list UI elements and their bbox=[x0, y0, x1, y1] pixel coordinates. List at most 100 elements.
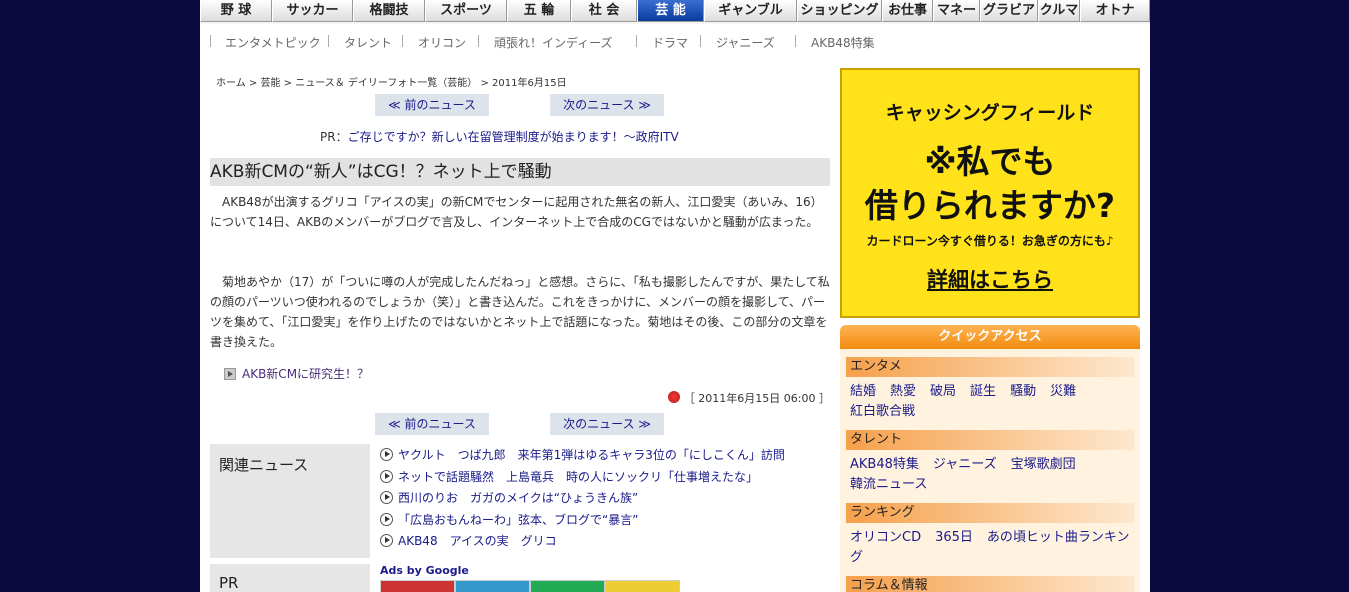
nav-tab-entertainment[interactable]: 芸 能 bbox=[637, 0, 704, 22]
sub-nav: エンタメトピック タレント オリコン 頑張れ！インディーズ ドラマ ジャニーズ … bbox=[200, 24, 1150, 60]
subnav-item-enta-topic[interactable]: エンタメトピック bbox=[225, 34, 321, 51]
qa-link[interactable]: 災難 bbox=[1050, 384, 1076, 399]
related-news-heading: 関連ニュース bbox=[210, 444, 370, 558]
article-paragraph-1: AKB48が出演するグリコ「アイスの実」の新CMでセンターに起用された無名の新人… bbox=[210, 195, 823, 229]
related-news-item-label: ネットで話題騒然 上島竜兵 時の人にソックリ「仕事増えたな」 bbox=[398, 469, 759, 484]
article-timestamp: ［ 2011年6月15日 06:00 ］ bbox=[667, 390, 830, 406]
qa-link[interactable]: 365日 bbox=[935, 530, 973, 545]
nav-tab-fighting[interactable]: 格闘技 bbox=[353, 0, 425, 22]
prev-news-button-bottom[interactable]: ≪ 前のニュース bbox=[375, 413, 489, 435]
divider bbox=[210, 35, 211, 47]
pr-heading: PR bbox=[210, 564, 370, 592]
related-news-item-label: AKB48 アイスの実 グリコ bbox=[398, 534, 557, 549]
qa-link[interactable]: 騒動 bbox=[1010, 384, 1036, 399]
qa-link[interactable]: 熱愛 bbox=[890, 384, 916, 399]
divider bbox=[636, 35, 637, 47]
qa-section-talent: タレント bbox=[846, 430, 1134, 450]
prev-news-button-top[interactable]: ≪ 前のニュース bbox=[375, 94, 489, 116]
nav-tab-soccer[interactable]: サッカー bbox=[272, 0, 353, 22]
play-arrow-icon bbox=[380, 469, 393, 483]
ad-thumbnails bbox=[380, 580, 680, 592]
qa-link[interactable]: オリコンCD bbox=[850, 530, 921, 545]
nav-tab-society[interactable]: 社 会 bbox=[571, 0, 637, 22]
related-news-item[interactable]: 「広島おもんねーわ」弦本、ブログで“暴言” bbox=[380, 509, 820, 531]
play-arrow-icon bbox=[380, 512, 393, 526]
subnav-item-talent[interactable]: タレント bbox=[344, 34, 392, 51]
breadcrumb-separator: > bbox=[477, 78, 493, 89]
qa-link[interactable]: ジャニーズ bbox=[933, 457, 997, 472]
related-news-item-label: ヤクルト つば九郎 来年第1弾はゆるキャラ3位の「にしこくん」訪問 bbox=[398, 448, 785, 463]
breadcrumb-date: 2011年6月15日 bbox=[492, 78, 567, 89]
related-news-item[interactable]: 西川のりお ガガのメイクは“ひょうきん族” bbox=[380, 487, 820, 509]
play-arrow-icon bbox=[380, 491, 393, 505]
related-article-label: AKB新CMに研究生！？ bbox=[242, 367, 370, 381]
nav-tab-cars[interactable]: クルマ bbox=[1038, 0, 1080, 22]
ad-thumb[interactable] bbox=[380, 580, 455, 592]
banner-details-link[interactable]: 詳細はこちら bbox=[842, 264, 1138, 294]
related-news-item[interactable]: AKB48 アイスの実 グリコ bbox=[380, 530, 820, 552]
nav-tab-olympics[interactable]: 五 輪 bbox=[507, 0, 571, 22]
breadcrumb-separator: > bbox=[245, 78, 261, 89]
subnav-item-akb48[interactable]: AKB48特集 bbox=[811, 34, 875, 51]
breadcrumb-list[interactable]: ニュース＆ デイリーフォト一覧（芸能） bbox=[295, 78, 477, 89]
nav-tab-baseball[interactable]: 野 球 bbox=[200, 0, 272, 22]
ad-thumb[interactable] bbox=[455, 580, 530, 592]
qa-section-ranking: ランキング bbox=[846, 503, 1134, 523]
ad-thumb[interactable] bbox=[605, 580, 680, 592]
subnav-item-drama[interactable]: ドラマ bbox=[652, 34, 688, 51]
qa-section-enta: エンタメ bbox=[846, 357, 1134, 377]
article-paragraph-2: 菊地あやか（17）が「ついに噂の人が完成したんだねっ」と感想。さらに、「私も撮影… bbox=[210, 275, 830, 349]
divider bbox=[478, 35, 479, 47]
qa-links-enta: 結婚 熱愛 破局 誕生 騒動 災難紅白歌合戦 bbox=[850, 382, 1130, 422]
qa-link[interactable]: 結婚 bbox=[850, 384, 876, 399]
related-news-item-label: 西川のりお ガガのメイクは“ひょうきん族” bbox=[398, 491, 639, 506]
banner-headline-line-2: 借りられますか? bbox=[864, 186, 1116, 225]
banner-subtext: カードローン今すぐ借りる！お急ぎの方にも♪ bbox=[866, 234, 1114, 248]
qa-link[interactable]: 誕生 bbox=[970, 384, 996, 399]
nav-tab-money[interactable]: マネー bbox=[933, 0, 980, 22]
related-news-item-label: 「広島おもんねーわ」弦本、ブログで“暴言” bbox=[398, 512, 639, 527]
qa-section-column: コラム＆情報 bbox=[846, 576, 1134, 592]
breadcrumb-home[interactable]: ホーム bbox=[216, 78, 246, 89]
pr-prefix: PR： bbox=[320, 130, 348, 144]
timestamp-text: ［ 2011年6月15日 06:00 ］ bbox=[683, 392, 830, 405]
arrow-icon bbox=[224, 368, 236, 380]
divider bbox=[328, 35, 329, 47]
divider bbox=[402, 35, 403, 47]
qa-links-talent: AKB48特集 ジャニーズ 宝塚歌劇団韓流ニュース bbox=[850, 455, 1130, 495]
subnav-item-indies[interactable]: 頑張れ！インディーズ bbox=[494, 34, 613, 51]
breadcrumb: ホーム > 芸能 > ニュース＆ デイリーフォト一覧（芸能） > 2011年6月… bbox=[216, 74, 567, 89]
cashing-field-banner-ad[interactable]: キャッシングフィールド ※私でも 借りられますか? カードローン今すぐ借りる！お急… bbox=[840, 68, 1140, 318]
nav-tab-gravure[interactable]: グラビア bbox=[980, 0, 1038, 22]
top-nav: 野 球 サッカー 格闘技 スポーツ 五 輪 社 会 芸 能 ギャンブル ショッピ… bbox=[200, 0, 1150, 24]
pr-link[interactable]: ご存じですか？新しい在留管理制度が始まります！～政府ITV bbox=[348, 130, 679, 144]
related-news-item[interactable]: ヤクルト つば九郎 来年第1弾はゆるキャラ3位の「にしこくん」訪問 bbox=[380, 444, 820, 466]
qa-link[interactable]: 紅白歌合戦 bbox=[850, 404, 915, 419]
ads-by-google-label[interactable]: Ads by Google bbox=[380, 564, 469, 577]
banner-brand: キャッシングフィールド bbox=[885, 102, 1095, 124]
next-news-button-top[interactable]: 次のニュース ≫ bbox=[550, 94, 664, 116]
related-article-link[interactable]: AKB新CMに研究生！？ bbox=[224, 365, 369, 382]
qa-link[interactable]: 宝塚歌劇団 bbox=[1011, 457, 1076, 472]
nav-tab-gamble[interactable]: ギャンブル bbox=[704, 0, 797, 22]
banner-headline: ※私でも 借りられますか? bbox=[842, 140, 1138, 228]
nav-tab-jobs[interactable]: お仕事 bbox=[882, 0, 933, 22]
subnav-item-oricon[interactable]: オリコン bbox=[418, 34, 466, 51]
qa-link[interactable]: AKB48特集 bbox=[850, 457, 919, 472]
nav-tab-shopping[interactable]: ショッピング bbox=[797, 0, 882, 22]
related-news-list: ヤクルト つば九郎 来年第1弾はゆるキャラ3位の「にしこくん」訪問 ネットで話題… bbox=[380, 444, 820, 552]
divider bbox=[795, 35, 796, 47]
next-news-button-bottom[interactable]: 次のニュース ≫ bbox=[550, 413, 664, 435]
qa-link[interactable]: 破局 bbox=[930, 384, 956, 399]
nav-tab-adult[interactable]: オトナ bbox=[1080, 0, 1150, 22]
related-news-item[interactable]: ネットで話題騒然 上島竜兵 時の人にソックリ「仕事増えたな」 bbox=[380, 466, 820, 488]
quick-access-title: クイックアクセス bbox=[840, 325, 1140, 349]
nav-tab-sports[interactable]: スポーツ bbox=[425, 0, 507, 22]
subnav-item-johnnys[interactable]: ジャニーズ bbox=[716, 34, 775, 51]
breadcrumb-geino[interactable]: 芸能 bbox=[260, 78, 280, 89]
article-headline: AKB新CMの“新人”はCG！？ネット上で騒動 bbox=[210, 158, 830, 186]
qa-link[interactable]: 韓流ニュース bbox=[850, 477, 927, 492]
divider bbox=[700, 35, 701, 47]
ad-thumb[interactable] bbox=[530, 580, 605, 592]
qa-links-ranking: オリコンCD 365日 あの頃ヒット曲ランキング bbox=[850, 528, 1130, 568]
